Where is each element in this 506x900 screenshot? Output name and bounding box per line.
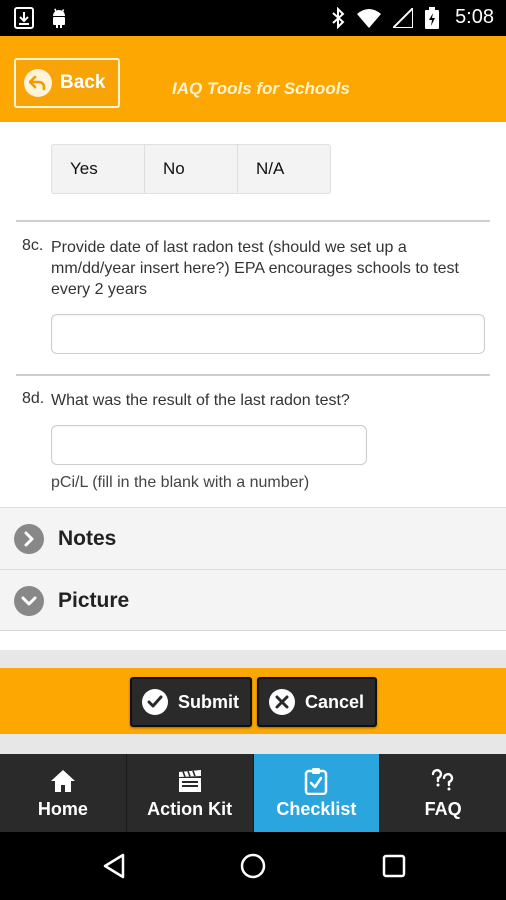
notes-section-header[interactable]: Notes (0, 507, 506, 569)
cancel-button[interactable]: Cancel (257, 677, 377, 727)
check-icon (142, 689, 168, 715)
nav-recents-icon[interactable] (378, 850, 410, 882)
home-icon (50, 767, 76, 795)
divider (0, 630, 506, 631)
android-icon (50, 7, 68, 29)
tab-action-kit-label: Action Kit (147, 798, 233, 819)
close-icon (269, 689, 295, 715)
bottom-tab-bar: Home Action Kit Checklist FAQ (0, 754, 506, 832)
radon-unit-hint: pCi/L (fill in the blank with a number) (51, 474, 310, 491)
signal-icon (393, 7, 414, 28)
tab-home[interactable]: Home (0, 754, 127, 832)
chevron-right-icon (14, 523, 44, 554)
tab-checklist[interactable]: Checklist (253, 754, 381, 832)
chevron-down-icon (14, 585, 44, 616)
spacer (0, 734, 506, 754)
back-arrow-icon (24, 69, 52, 97)
yes-no-na-selector: Yes No N/A (51, 144, 331, 194)
clapperboard-icon (177, 767, 203, 795)
bluetooth-icon (331, 6, 345, 29)
action-bar: Submit Cancel (0, 668, 506, 734)
tab-faq-label: FAQ (424, 798, 462, 819)
nav-back-icon[interactable] (98, 850, 130, 882)
option-no[interactable]: No (145, 145, 238, 193)
clipboard-check-icon (303, 767, 329, 795)
question-8d-number: 8d. (22, 390, 45, 407)
question-8d-text: What was the result of the last radon te… (51, 392, 350, 409)
app-title: IAQ Tools for Schools (172, 79, 350, 98)
submit-button[interactable]: Submit (130, 677, 252, 727)
question-icon (430, 767, 456, 795)
tab-action-kit[interactable]: Action Kit (127, 754, 254, 832)
question-8c-text: Provide date of last radon test (should … (51, 239, 459, 298)
divider (16, 220, 490, 222)
option-yes[interactable]: Yes (52, 145, 145, 193)
radon-result-field[interactable] (51, 425, 367, 465)
picture-label: Picture (58, 588, 130, 612)
cancel-label: Cancel (305, 691, 365, 712)
option-na[interactable]: N/A (238, 145, 330, 193)
back-label: Back (60, 72, 106, 93)
download-icon (14, 7, 34, 29)
notes-label: Notes (58, 526, 117, 550)
nav-home-icon[interactable] (237, 850, 269, 882)
tab-checklist-label: Checklist (276, 798, 357, 819)
submit-label: Submit (178, 691, 239, 712)
divider (16, 374, 490, 376)
tab-faq[interactable]: FAQ (380, 754, 506, 832)
spacer (0, 650, 506, 668)
radon-test-date-field[interactable] (51, 314, 485, 354)
tab-home-label: Home (37, 798, 88, 819)
battery-charging-icon (425, 6, 440, 29)
checklist-content: Yes No N/A 8c. Provide date of last rado… (0, 122, 506, 650)
question-8c-number: 8c. (22, 237, 44, 254)
status-bar: 5:08 (0, 0, 506, 36)
back-button[interactable]: Back (14, 58, 120, 108)
app-header: Back IAQ Tools for Schools (0, 36, 506, 122)
wifi-icon (357, 8, 382, 28)
picture-section-header[interactable]: Picture (0, 569, 506, 631)
system-nav-bar (0, 832, 506, 900)
clock: 5:08 (455, 6, 494, 28)
